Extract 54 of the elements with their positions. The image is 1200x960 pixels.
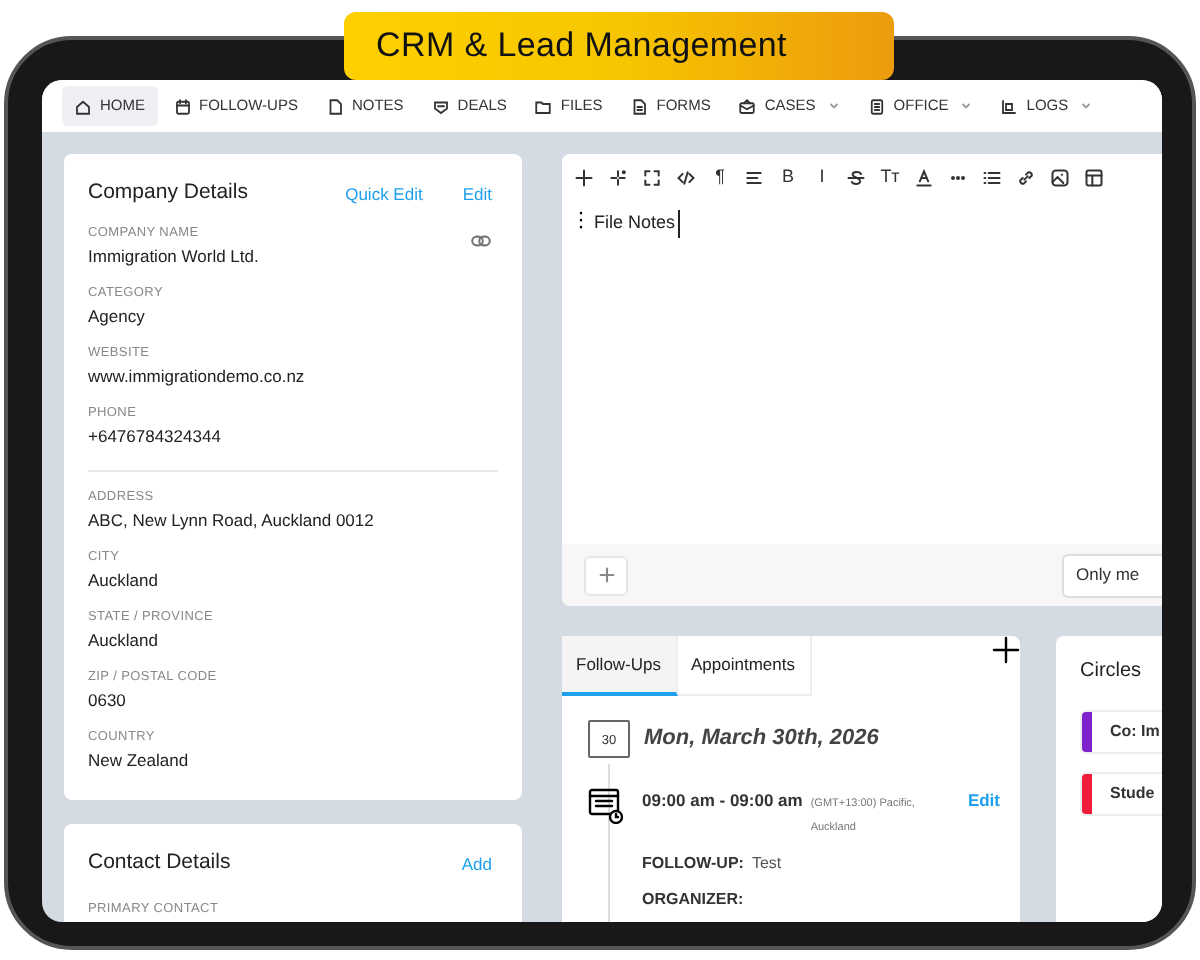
field-value: Auckland (88, 629, 160, 652)
follow-up-date: Mon, March 30th, 2026 (644, 724, 879, 755)
schedule-icon (588, 788, 624, 824)
detail-value: Test (751, 852, 782, 876)
field-value: New Zealand (88, 749, 191, 772)
format-button[interactable]: Tт (880, 164, 900, 192)
activity-tab[interactable]: Follow-Ups (562, 636, 678, 696)
add-button[interactable] (584, 555, 628, 595)
nav-icon (630, 97, 649, 115)
nav-icon (738, 97, 757, 115)
nav-icon (431, 97, 450, 115)
format-button[interactable]: I (812, 164, 832, 192)
image-icon[interactable] (1050, 168, 1070, 188)
nav-icon (534, 97, 553, 115)
link-icon (470, 233, 492, 248)
link-icon[interactable] (1016, 168, 1036, 188)
drag-handle-icon (578, 210, 584, 230)
field-value: ABC, New Lynn Road, Auckland 0012 (88, 509, 376, 532)
nav-icon (325, 97, 344, 115)
circle-item[interactable]: Co: Im (1080, 710, 1162, 754)
nav-icon (173, 97, 191, 115)
align-icon[interactable] (744, 168, 764, 188)
plus-icon[interactable] (574, 168, 594, 188)
field-value: Immigration World Ltd. (88, 245, 261, 268)
field-value: www.immigrationdemo.co.nz (88, 365, 307, 388)
text-color-icon[interactable] (914, 168, 934, 188)
field-value: Auckland (88, 569, 160, 592)
activity-tab[interactable]: Appointments (677, 636, 811, 696)
field-value: Agency (88, 305, 147, 328)
sparkle-icon[interactable] (608, 168, 628, 188)
nav-icon (867, 97, 886, 115)
card-title: Contact Details (88, 848, 233, 878)
visibility-select[interactable]: Only me (1062, 553, 1162, 597)
format-button[interactable]: ¶ (710, 164, 730, 192)
card-title: Circles (1080, 658, 1144, 686)
detail-label: FOLLOW-UP: (642, 852, 744, 876)
code-icon[interactable] (676, 168, 696, 188)
plus-icon[interactable] (992, 636, 1020, 664)
time-range: 09:00 am - 09:00 am (642, 788, 803, 814)
strikethrough-icon[interactable] (846, 168, 866, 188)
expand-icon[interactable] (642, 168, 662, 188)
banner-title: CRM & Lead Management (376, 24, 787, 69)
field-value: +6476784324344 (88, 425, 223, 448)
field-value: 0630 (88, 689, 128, 712)
editor-text: File Notes (594, 210, 680, 237)
nav-icon (74, 97, 92, 115)
nav-icon (1000, 97, 1019, 115)
detail-label: ORGANIZER: (642, 888, 744, 912)
card-title: Company Details (88, 178, 250, 208)
circle-item[interactable]: Stude (1080, 772, 1162, 816)
plus-icon (597, 566, 615, 584)
list-icon[interactable] (982, 168, 1002, 188)
table-icon[interactable] (1084, 168, 1104, 188)
format-button[interactable]: B (778, 164, 798, 192)
